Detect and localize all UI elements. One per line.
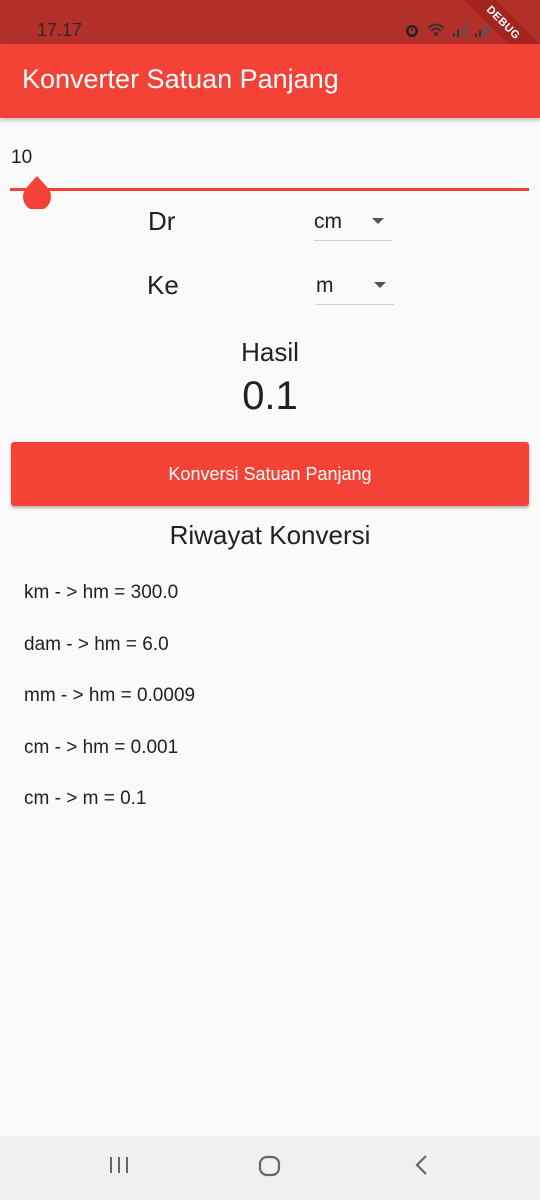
list-item: dam - > hm = 6.0 bbox=[24, 633, 169, 655]
recent-apps-icon[interactable] bbox=[108, 1154, 130, 1181]
wifi-icon bbox=[426, 22, 446, 43]
home-icon[interactable] bbox=[258, 1154, 282, 1183]
slider-value-label: 10 bbox=[11, 147, 33, 168]
result-label: Hasil bbox=[241, 337, 299, 367]
slider-track[interactable] bbox=[37, 188, 529, 191]
to-unit-dropdown[interactable]: m bbox=[316, 268, 394, 305]
to-unit-value: m bbox=[316, 274, 334, 297]
convert-button[interactable]: Konversi Satuan Panjang bbox=[11, 442, 529, 506]
list-item: km - > hm = 300.0 bbox=[24, 582, 179, 603]
list-item: cm - > m = 0.1 bbox=[24, 788, 147, 809]
status-icons bbox=[404, 22, 490, 43]
from-unit-value: cm bbox=[314, 210, 342, 233]
status-bar: 17.17 DEBUG bbox=[0, 0, 540, 84]
slider-thumb[interactable] bbox=[22, 175, 52, 211]
history-title: Riwayat Konversi bbox=[169, 520, 371, 550]
dropdown-arrow-icon bbox=[374, 282, 386, 288]
status-time: 17.17 bbox=[37, 20, 83, 40]
system-nav-bar bbox=[0, 1136, 540, 1200]
list-item: mm - > hm = 0.0009 bbox=[24, 685, 196, 706]
signal-icon-1 bbox=[452, 23, 468, 42]
to-label: Ke bbox=[147, 270, 179, 300]
app-bar: Konverter Satuan Panjang bbox=[0, 44, 540, 118]
result-value: 0.1 bbox=[242, 374, 298, 418]
from-label: Dr bbox=[148, 206, 176, 236]
app-title: Konverter Satuan Panjang bbox=[22, 64, 339, 94]
dropdown-arrow-icon bbox=[372, 218, 384, 224]
list-item: cm - > hm = 0.001 bbox=[24, 736, 179, 758]
back-icon[interactable] bbox=[412, 1154, 432, 1181]
signal-icon-2 bbox=[474, 23, 490, 42]
from-unit-dropdown[interactable]: cm bbox=[314, 204, 392, 241]
alarm-icon bbox=[404, 22, 420, 43]
history-list: km - > hm = 300.0 dam - > hm = 6.0 mm - … bbox=[24, 582, 195, 840]
